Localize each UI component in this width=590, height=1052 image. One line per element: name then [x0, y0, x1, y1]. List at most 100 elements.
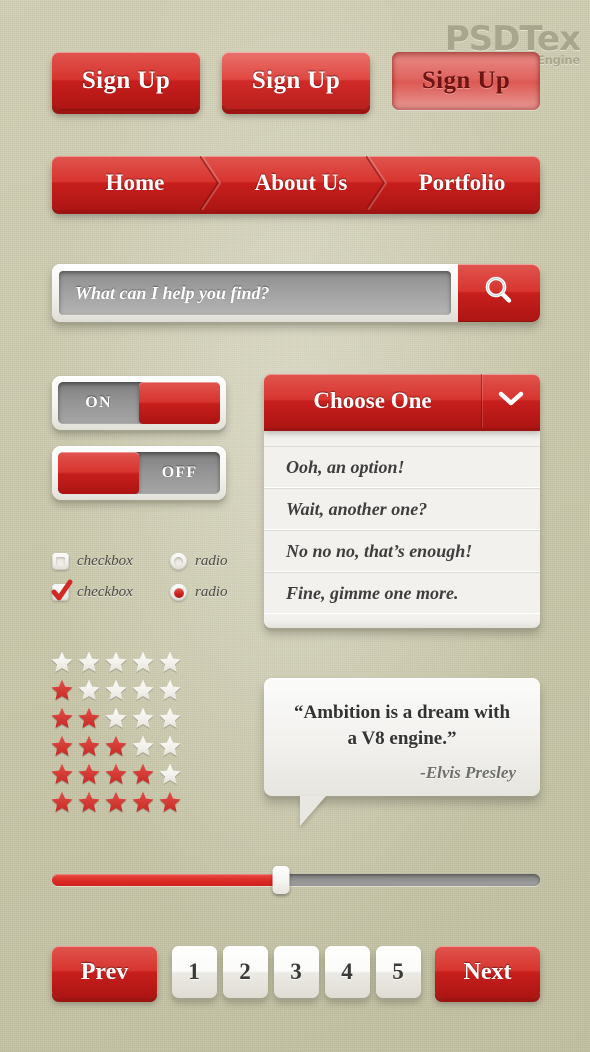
star-rating-row[interactable]	[50, 706, 182, 730]
radio-checked[interactable]	[170, 584, 187, 601]
star-empty-icon[interactable]	[158, 734, 182, 758]
nav-item-about-us[interactable]: About Us	[218, 156, 388, 210]
dropdown-option[interactable]: Wait, another one?	[264, 488, 540, 530]
checkbox-label: checkbox	[77, 553, 133, 569]
star-empty-icon[interactable]	[131, 650, 155, 674]
pagination-page-5[interactable]: 5	[375, 946, 421, 998]
search-input[interactable]	[73, 281, 437, 305]
search-bar	[52, 264, 540, 322]
radio-unchecked-row[interactable]: radio	[170, 553, 228, 570]
star-filled-icon[interactable]	[50, 790, 74, 814]
toggle-knob[interactable]	[58, 452, 139, 494]
nav-item-home[interactable]: Home	[52, 156, 222, 210]
star-rating-row[interactable]	[50, 734, 182, 758]
star-filled-icon[interactable]	[77, 734, 101, 758]
toggle-track: OFF	[58, 452, 220, 494]
star-filled-icon[interactable]	[77, 762, 101, 786]
chevron-down-icon	[498, 391, 524, 412]
dropdown-toggle-button[interactable]: Choose One	[264, 374, 540, 428]
star-filled-icon[interactable]	[77, 706, 101, 730]
signup-button-pressed[interactable]: Sign Up	[392, 52, 540, 110]
signup-button-label: Sign Up	[421, 67, 511, 94]
star-filled-icon[interactable]	[50, 678, 74, 702]
star-empty-icon[interactable]	[104, 706, 128, 730]
toggle-track: ON	[58, 382, 220, 424]
pagination-next-button[interactable]: Next	[435, 946, 540, 998]
pagination-page-3[interactable]: 3	[273, 946, 319, 998]
pagination-prev-button[interactable]: Prev	[52, 946, 157, 998]
checkbox-checked[interactable]	[51, 579, 73, 601]
star-filled-icon[interactable]	[50, 706, 74, 730]
pagination-page-2[interactable]: 2	[222, 946, 268, 998]
star-rating-row[interactable]	[50, 762, 182, 786]
star-empty-icon[interactable]	[104, 650, 128, 674]
nav-item-portfolio[interactable]: Portfolio	[384, 156, 540, 210]
signup-button-normal[interactable]: Sign Up	[52, 52, 200, 110]
quote-bubble-tail	[300, 796, 326, 826]
signup-button-label: Sign Up	[251, 67, 341, 94]
star-filled-icon[interactable]	[158, 790, 182, 814]
checkbox-checked-row[interactable]: checkbox	[51, 579, 133, 601]
dropdown-selected-label: Choose One	[313, 388, 432, 413]
nav-item-label: About Us	[254, 170, 348, 195]
dropdown-select: Choose One Ooh, an option! Wait, another…	[264, 374, 540, 628]
slider-handle[interactable]	[272, 866, 290, 894]
star-empty-icon[interactable]	[158, 762, 182, 786]
star-empty-icon[interactable]	[104, 678, 128, 702]
star-empty-icon[interactable]	[158, 678, 182, 702]
star-rating-row[interactable]	[50, 678, 182, 702]
toggle-switch-off[interactable]: OFF	[52, 446, 226, 500]
radio-unchecked[interactable]	[170, 553, 187, 570]
star-empty-icon[interactable]	[158, 650, 182, 674]
checkbox-unchecked[interactable]	[52, 553, 69, 570]
pagination: Prev 1 2 3 4 5 Next	[52, 946, 540, 998]
search-icon	[482, 274, 516, 313]
dropdown-option[interactable]: Ooh, an option!	[264, 446, 540, 488]
quote-author: -Elvis Presley	[420, 763, 516, 783]
star-rating-group	[50, 650, 182, 818]
radio-pip-icon	[173, 587, 184, 598]
pagination-page-1[interactable]: 1	[171, 946, 217, 998]
dropdown-arrow-cell[interactable]	[481, 374, 540, 428]
pagination-prev-label: Prev	[80, 958, 129, 985]
star-filled-icon[interactable]	[77, 790, 101, 814]
slider-fill	[52, 874, 282, 886]
checkbox-unchecked-row[interactable]: checkbox	[52, 553, 133, 570]
star-empty-icon[interactable]	[131, 678, 155, 702]
pagination-page-4[interactable]: 4	[324, 946, 370, 998]
star-filled-icon[interactable]	[104, 734, 128, 758]
toggle-knob[interactable]	[139, 382, 220, 424]
watermark-title: PSDTex	[444, 19, 581, 59]
radio-inner	[174, 557, 183, 566]
toggle-label: ON	[85, 394, 112, 411]
star-empty-icon[interactable]	[50, 650, 74, 674]
range-slider[interactable]	[52, 866, 540, 894]
dropdown-option[interactable]: Fine, gimme one more.	[264, 572, 540, 614]
star-empty-icon[interactable]	[131, 706, 155, 730]
star-filled-icon[interactable]	[131, 762, 155, 786]
check-icon	[51, 579, 73, 608]
star-empty-icon[interactable]	[158, 706, 182, 730]
star-filled-icon[interactable]	[50, 762, 74, 786]
star-empty-icon[interactable]	[77, 678, 101, 702]
star-filled-icon[interactable]	[131, 790, 155, 814]
star-filled-icon[interactable]	[104, 790, 128, 814]
star-empty-icon[interactable]	[77, 650, 101, 674]
dropdown-option[interactable]: No no no, that’s enough!	[264, 530, 540, 572]
pagination-page-list: 1 2 3 4 5	[157, 946, 435, 998]
toggle-label: OFF	[161, 464, 198, 481]
star-rating-row[interactable]	[50, 790, 182, 814]
radio-label: radio	[195, 553, 228, 569]
dropdown-options-list: Ooh, an option! Wait, another one? No no…	[264, 428, 540, 628]
star-empty-icon[interactable]	[131, 734, 155, 758]
search-input-wrapper[interactable]	[59, 271, 451, 315]
star-filled-icon[interactable]	[104, 762, 128, 786]
search-button[interactable]	[458, 264, 540, 322]
radio-checked-row[interactable]: radio	[170, 584, 228, 601]
nav-item-label: Home	[105, 170, 165, 195]
signup-button-hover[interactable]: Sign Up	[222, 52, 370, 110]
ui-kit-canvas: PSDTex PSD Search Engine Sign Up Sign Up…	[0, 0, 590, 1052]
toggle-switch-on[interactable]: ON	[52, 376, 226, 430]
star-filled-icon[interactable]	[50, 734, 74, 758]
star-rating-row[interactable]	[50, 650, 182, 674]
